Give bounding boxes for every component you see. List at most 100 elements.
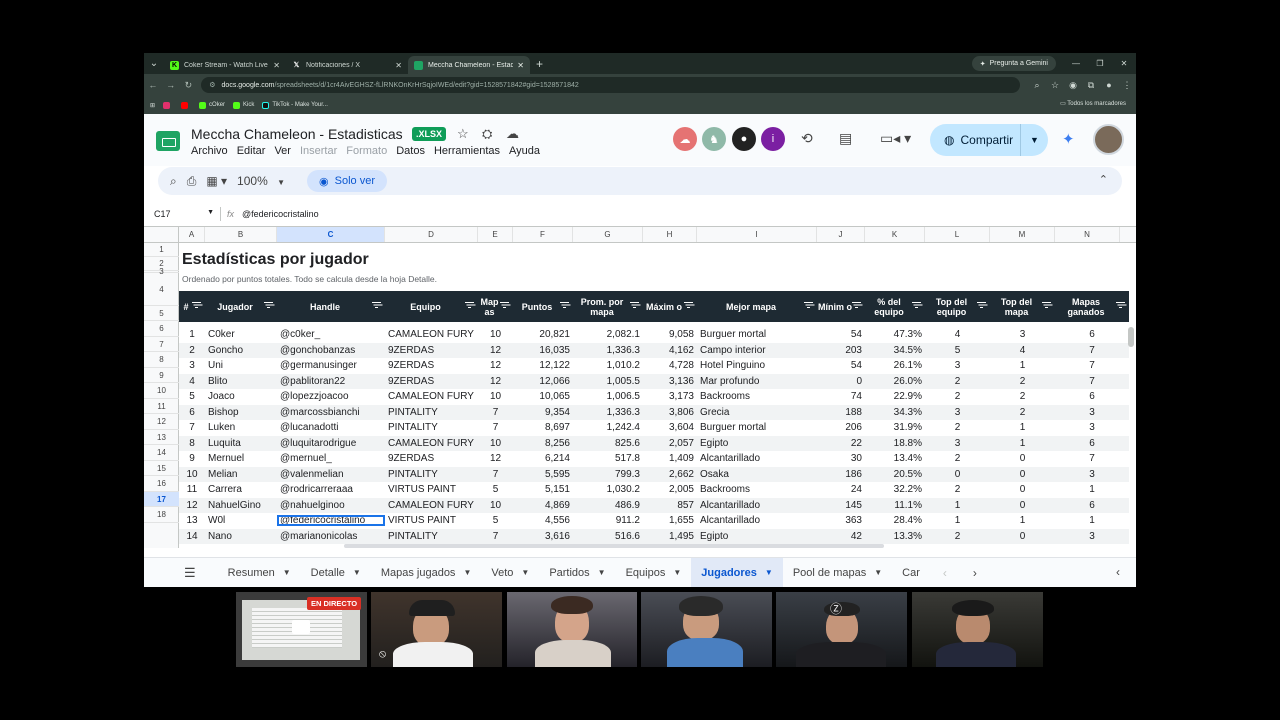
- table-cell[interactable]: 9ZERDAS: [385, 453, 478, 464]
- table-cell[interactable]: 3,173: [643, 391, 697, 402]
- row-header[interactable]: 13: [144, 430, 179, 445]
- table-cell[interactable]: 11.1%: [865, 500, 925, 511]
- chevron-down-icon[interactable]: ▼: [598, 568, 606, 577]
- column-header-b[interactable]: B: [205, 227, 277, 242]
- table-cell[interactable]: 7: [1055, 453, 1129, 464]
- horizontal-scrollbar[interactable]: [344, 544, 884, 548]
- collaborator-avatar[interactable]: i: [761, 127, 785, 151]
- table-cell[interactable]: 12,066: [513, 376, 573, 387]
- search-icon[interactable]: ⌕: [170, 174, 177, 189]
- table-cell[interactable]: Campo interior: [697, 345, 817, 356]
- table-cell[interactable]: 6: [1055, 438, 1129, 449]
- row-header[interactable]: 9: [144, 368, 179, 383]
- table-cell[interactable]: 7: [478, 469, 513, 480]
- table-cell[interactable]: 8,256: [513, 438, 573, 449]
- table-cell[interactable]: 1: [925, 515, 990, 526]
- table-cell[interactable]: 34.3%: [865, 407, 925, 418]
- zoom-icon[interactable]: ⌕: [1028, 80, 1046, 91]
- collapse-menu-icon[interactable]: ⌃: [1099, 173, 1108, 186]
- table-cell[interactable]: CAMALEON FURY: [385, 391, 478, 402]
- menu-dots-icon[interactable]: ⋮: [1118, 80, 1136, 91]
- table-cell[interactable]: C0ker: [205, 329, 277, 340]
- site-info-icon[interactable]: ⚙: [209, 81, 215, 89]
- table-cell[interactable]: 12: [478, 360, 513, 371]
- table-cell[interactable]: 7: [1055, 360, 1129, 371]
- filter-icon[interactable]: [372, 301, 381, 309]
- table-cell[interactable]: 8: [179, 438, 205, 449]
- table-cell[interactable]: 2: [925, 453, 990, 464]
- table-cell[interactable]: 10: [478, 500, 513, 511]
- table-cell[interactable]: 6: [1055, 391, 1129, 402]
- all-sheets-icon[interactable]: ☰: [184, 565, 196, 581]
- sheet-tab[interactable]: Equipos ▼: [616, 558, 692, 588]
- table-cell[interactable]: 7: [478, 531, 513, 542]
- bookmark-star-icon[interactable]: ☆: [1046, 80, 1064, 91]
- table-cell[interactable]: @rodricarreraaa: [277, 484, 385, 495]
- row-header[interactable]: 5: [144, 306, 179, 321]
- table-cell[interactable]: 3: [990, 329, 1055, 340]
- table-cell[interactable]: 9: [179, 453, 205, 464]
- table-cell[interactable]: 4: [179, 376, 205, 387]
- table-cell[interactable]: 12: [179, 500, 205, 511]
- table-cell[interactable]: 145: [817, 500, 865, 511]
- chevron-down-icon[interactable]: ▼: [283, 568, 291, 577]
- table-cell[interactable]: 206: [817, 422, 865, 433]
- table-cell[interactable]: 516.6: [573, 531, 643, 542]
- table-cell[interactable]: @valenmelian: [277, 469, 385, 480]
- table-cell[interactable]: @federicocristalino: [277, 515, 385, 527]
- table-cell[interactable]: 3,616: [513, 531, 573, 542]
- table-cell[interactable]: 3: [925, 407, 990, 418]
- history-icon[interactable]: ⟲: [801, 130, 813, 147]
- table-cell[interactable]: 34.5%: [865, 345, 925, 356]
- zoom-select[interactable]: 100% ▼: [237, 174, 285, 188]
- table-cell[interactable]: 1,005.5: [573, 376, 643, 387]
- minimize-icon[interactable]: —: [1064, 53, 1088, 74]
- table-cell[interactable]: 3: [1055, 531, 1129, 542]
- row-header[interactable]: 15: [144, 461, 179, 476]
- table-cell[interactable]: 1: [1055, 484, 1129, 495]
- table-cell[interactable]: Grecia: [697, 407, 817, 418]
- table-cell[interactable]: 13.3%: [865, 531, 925, 542]
- column-header-g[interactable]: G: [573, 227, 643, 242]
- table-cell[interactable]: Uni: [205, 360, 277, 371]
- close-icon[interactable]: ✕: [273, 61, 280, 70]
- table-cell[interactable]: 7: [478, 422, 513, 433]
- sheet-tab[interactable]: Partidos ▼: [539, 558, 615, 588]
- column-header-c[interactable]: C: [277, 227, 385, 242]
- gemini-sparkle-icon[interactable]: ✦: [1062, 130, 1075, 148]
- table-cell[interactable]: 825.6: [573, 438, 643, 449]
- bookmark-tiktok[interactable]: TikTok - Make Your...: [262, 101, 328, 109]
- url-bar[interactable]: ⚙ docs.google.com/spreadsheets/d/1cr4Aiv…: [201, 77, 1020, 93]
- browser-tab-x[interactable]: 𝕏 Notificaciones / X ✕: [286, 56, 408, 74]
- document-title[interactable]: Meccha Chameleon - Estadisticas: [191, 126, 403, 142]
- chevron-down-icon[interactable]: ▼: [521, 568, 529, 577]
- row-header[interactable]: 1: [144, 243, 179, 257]
- table-cell[interactable]: @luquitarodrigue: [277, 438, 385, 449]
- table-cell[interactable]: VIRTUS PAINT: [385, 515, 478, 526]
- table-cell[interactable]: 3,806: [643, 407, 697, 418]
- table-cell[interactable]: 857: [643, 500, 697, 511]
- bookmark-kick[interactable]: Kick: [233, 101, 254, 109]
- print-icon[interactable]: ⎙: [187, 174, 197, 189]
- table-cell[interactable]: 9ZERDAS: [385, 376, 478, 387]
- meet-icon[interactable]: ▭◂ ▾: [880, 130, 911, 147]
- table-cell[interactable]: 1: [990, 360, 1055, 371]
- forward-icon[interactable]: →: [162, 80, 180, 90]
- user-avatar[interactable]: [1093, 124, 1124, 155]
- all-bookmarks[interactable]: ▭ Todos los marcadores: [1060, 100, 1126, 107]
- sheet-tab[interactable]: Car: [892, 558, 930, 588]
- table-cell[interactable]: 0: [990, 500, 1055, 511]
- table-cell[interactable]: 42: [817, 531, 865, 542]
- table-cell[interactable]: @c0ker_: [277, 329, 385, 340]
- table-cell[interactable]: 4: [925, 329, 990, 340]
- table-cell[interactable]: 363: [817, 515, 865, 526]
- chevron-left-icon[interactable]: ‹: [930, 566, 960, 580]
- table-cell[interactable]: 7: [1055, 376, 1129, 387]
- table-cell[interactable]: @marcossbianchi: [277, 407, 385, 418]
- apps-icon[interactable]: ⊞: [150, 102, 155, 109]
- table-cell[interactable]: 28.4%: [865, 515, 925, 526]
- table-cell[interactable]: 1,495: [643, 531, 697, 542]
- table-cell[interactable]: 2: [925, 531, 990, 542]
- menu-archivo[interactable]: Archivo: [191, 145, 228, 157]
- menu-editar[interactable]: Editar: [237, 145, 266, 157]
